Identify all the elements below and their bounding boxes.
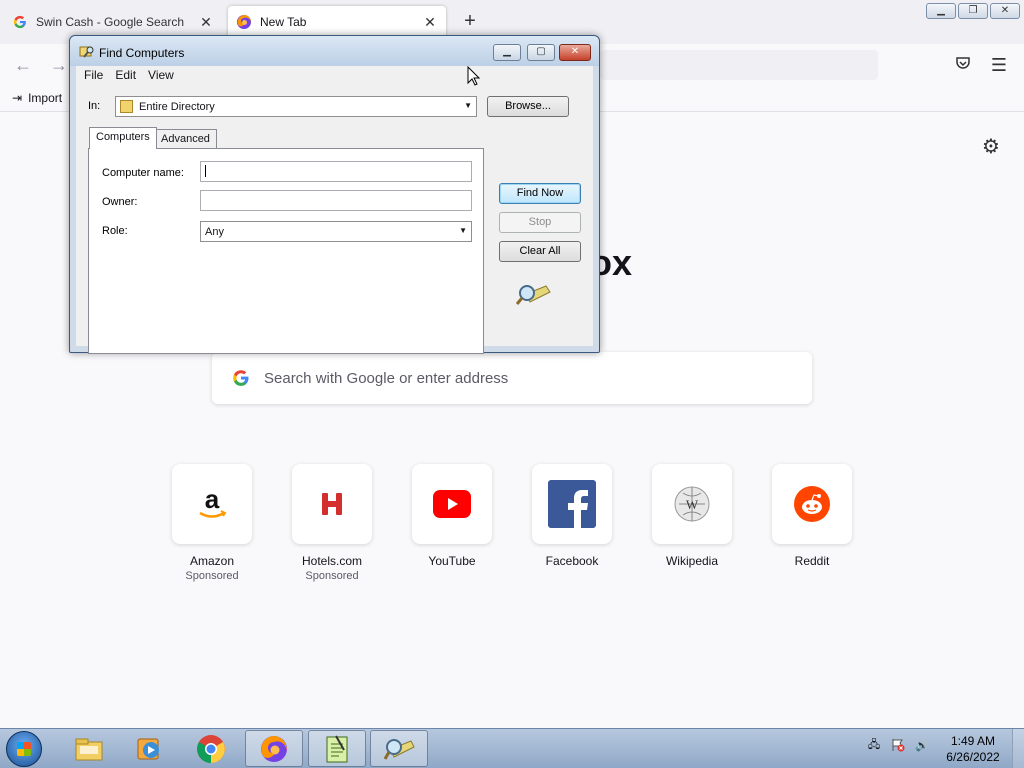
stop-button[interactable]: Stop (499, 212, 581, 233)
shortcut-label: YouTube (428, 554, 476, 568)
svg-text:a: a (205, 484, 220, 514)
shortcut-reddit[interactable]: Reddit (762, 464, 862, 568)
back-arrow-icon[interactable]: ← (12, 54, 34, 76)
dialog-body: In: Entire Directory ▼ Browse... Compute… (76, 84, 593, 354)
text-caret (205, 165, 206, 178)
tab-advanced[interactable]: Advanced (154, 129, 217, 149)
windows-taskbar: 🖧 🔊 1:49 AM 6/26/2022 (0, 728, 1024, 768)
clear-all-button[interactable]: Clear All (499, 241, 581, 262)
browse-button[interactable]: Browse... (487, 96, 569, 117)
system-clock[interactable]: 1:49 AM 6/26/2022 (944, 733, 1002, 765)
role-label: Role: (102, 225, 128, 237)
close-tab-icon[interactable]: ✕ (422, 14, 438, 30)
search-animation-icon (515, 280, 552, 311)
owner-input[interactable] (200, 190, 472, 211)
import-label: Import (28, 91, 63, 105)
shortcut-youtube[interactable]: YouTube (402, 464, 502, 568)
shortcut-label: Wikipedia (665, 554, 719, 568)
new-tab-plus-icon[interactable]: + (458, 10, 482, 34)
in-directory-value: Entire Directory (139, 100, 215, 113)
shortcut-label: Reddit (794, 554, 830, 568)
youtube-icon (412, 464, 492, 544)
wikipedia-icon: W (652, 464, 732, 544)
import-bookmarks-button[interactable]: ⇥ Import (12, 91, 62, 105)
volume-icon[interactable]: 🔊 (914, 737, 930, 753)
in-label: In: (88, 100, 101, 112)
forward-arrow-icon[interactable]: → (48, 54, 70, 76)
minimize-window-button[interactable]: ▁ (926, 3, 956, 19)
clock-date: 6/26/2022 (946, 750, 1000, 764)
role-select[interactable]: Any ▼ (200, 221, 472, 242)
chrome-icon[interactable] (182, 730, 240, 767)
shortcut-label: Facebook (545, 554, 599, 568)
computer-name-input[interactable] (200, 161, 472, 182)
chevron-down-icon: ▼ (459, 226, 467, 235)
find-now-button[interactable]: Find Now (499, 183, 581, 204)
windows-explorer-icon[interactable] (60, 730, 118, 767)
hotels-icon (292, 464, 372, 544)
find-computers-taskbar-icon[interactable] (370, 730, 428, 767)
tab-computers[interactable]: Computers (89, 127, 157, 149)
shortcut-label: Hotels.com (301, 554, 363, 568)
start-button[interactable] (6, 731, 42, 767)
dialog-title: Find Computers (99, 46, 185, 60)
maximize-button[interactable]: ▢ (527, 44, 555, 61)
google-icon (232, 369, 250, 387)
media-player-icon[interactable] (120, 730, 178, 767)
tab-title: New Tab (260, 15, 307, 29)
reddit-icon (772, 464, 852, 544)
search-placeholder: Search with Google or enter address (264, 369, 509, 387)
shortcut-facebook[interactable]: Facebook (522, 464, 622, 568)
close-window-button[interactable]: ✕ (990, 3, 1020, 19)
menu-edit[interactable]: Edit (115, 68, 136, 82)
in-directory-select[interactable]: Entire Directory ▼ (115, 96, 477, 117)
gear-icon[interactable]: ⚙ (982, 134, 1000, 159)
restore-window-button[interactable]: ❐ (958, 3, 988, 19)
shortcut-amazon[interactable]: a Amazon Sponsored (162, 464, 262, 582)
clock-time: 1:49 AM (950, 734, 996, 748)
owner-label: Owner: (102, 196, 138, 208)
menu-file[interactable]: File (84, 68, 103, 82)
sponsored-label: Sponsored (305, 570, 359, 582)
find-computers-dialog: Find Computers ▁ ▢ ✕ File Edit View In: … (69, 35, 600, 354)
network-icon[interactable]: 🖧 (866, 737, 882, 753)
notepad-icon[interactable] (308, 730, 366, 767)
dialog-menu-bar: File Edit View (76, 66, 593, 84)
computers-tab-panel: Computer name: Owner: Role: Any ▼ (88, 148, 484, 354)
shortcut-label: Amazon (189, 554, 235, 568)
shortcut-wikipedia[interactable]: W Wikipedia (642, 464, 742, 568)
action-center-flag-icon[interactable] (890, 737, 906, 753)
hamburger-menu-icon[interactable]: ☰ (988, 54, 1010, 76)
minimize-button[interactable]: ▁ (493, 44, 521, 61)
menu-view[interactable]: View (148, 68, 174, 82)
shortcut-hotels[interactable]: Hotels.com Sponsored (282, 464, 382, 582)
tab-google-search[interactable]: Swin Cash - Google Search ✕ (4, 6, 222, 38)
find-computers-icon (79, 44, 95, 60)
dialog-title-bar[interactable]: Find Computers ▁ ▢ ✕ (70, 36, 599, 66)
close-button[interactable]: ✕ (559, 44, 591, 61)
amazon-icon: a (172, 464, 252, 544)
folder-icon (120, 100, 133, 113)
tab-title: Swin Cash - Google Search (36, 15, 185, 29)
search-input[interactable]: Search with Google or enter address (212, 352, 812, 404)
close-tab-icon[interactable]: ✕ (198, 14, 214, 30)
firefox-taskbar-icon[interactable] (245, 730, 303, 767)
mouse-cursor-icon (467, 65, 481, 89)
firefox-icon (236, 14, 252, 30)
computer-name-label: Computer name: (102, 167, 184, 179)
import-icon: ⇥ (12, 91, 23, 105)
tab-new-tab[interactable]: New Tab ✕ (228, 6, 446, 38)
svg-text:W: W (686, 497, 699, 512)
google-icon (12, 14, 28, 30)
role-value: Any (205, 225, 224, 238)
sponsored-label: Sponsored (185, 570, 239, 582)
facebook-icon (532, 464, 612, 544)
pocket-icon[interactable] (952, 54, 974, 76)
chevron-down-icon: ▼ (464, 101, 472, 110)
address-bar[interactable] (600, 50, 878, 80)
show-desktop-button[interactable] (1012, 729, 1024, 768)
